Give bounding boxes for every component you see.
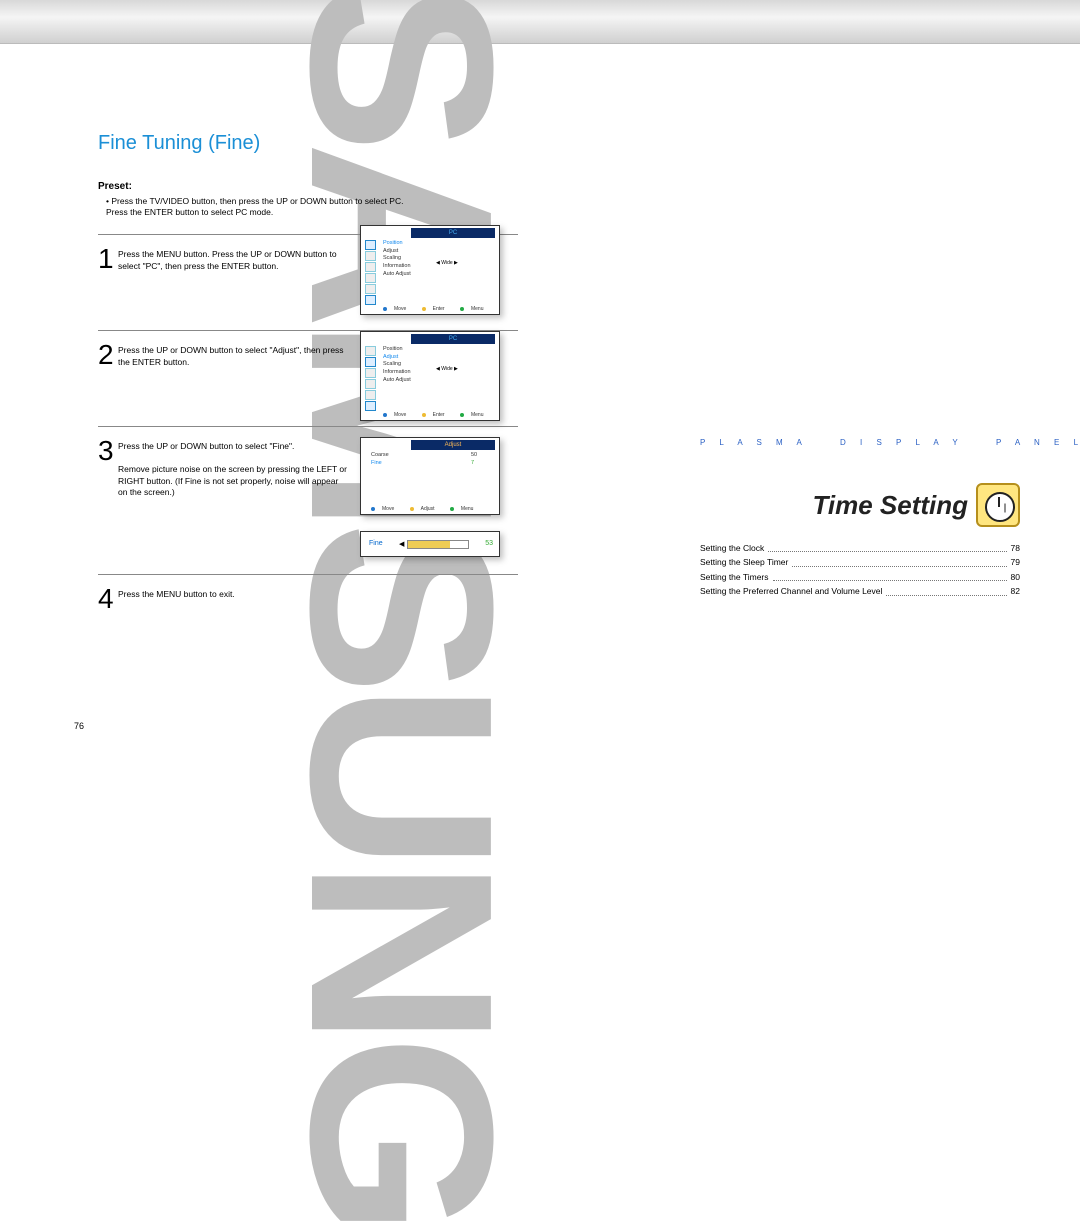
osd-wide-label: ◀ Wide ▶ (436, 366, 458, 372)
toc-item: Setting the Preferred Channel and Volume… (700, 584, 1020, 598)
step-number: 4 (98, 585, 118, 613)
osd-menu-list: Position Adjust Scaling Information Auto… (383, 240, 411, 278)
osd-title: PC (411, 228, 495, 238)
osd-screenshots-column: PC Position Adjust Scaling Information A… (360, 225, 520, 557)
right-page-content: P L A S M A D I S P L A Y P A N E L Time… (700, 438, 1020, 599)
step-text: Press the UP or DOWN button to select "F… (118, 437, 348, 566)
osd-screen-1: PC Position Adjust Scaling Information A… (360, 225, 500, 315)
toc-item: Setting the Clock78 (700, 541, 1020, 555)
step-text: Press the MENU button to exit. (118, 585, 348, 613)
page-number-left: 76 (74, 721, 84, 731)
osd-title: Adjust (411, 440, 495, 450)
osd-menu-list: Position Adjust Scaling Information Auto… (383, 346, 411, 384)
progress-bar (407, 540, 469, 549)
toc-list: Setting the Clock78 Setting the Sleep Ti… (700, 541, 1020, 599)
step-number: 2 (98, 341, 118, 418)
step-4: 4 Press the MENU button to exit. (98, 574, 518, 621)
chapter-heading-row: Time Setting (700, 483, 1020, 527)
osd-wide-label: ◀ Wide ▶ (436, 260, 458, 266)
osd-side-icons (365, 346, 376, 412)
chapter-title: Time Setting (812, 490, 968, 521)
clock-icon (976, 483, 1020, 527)
fine-label: Fine (369, 540, 383, 547)
osd-menu-list: Coarse50 Fine7 (371, 452, 389, 467)
pdp-subtitle: P L A S M A D I S P L A Y P A N E L (700, 438, 1020, 447)
toc-item: Setting the Sleep Timer79 (700, 555, 1020, 569)
step-number: 3 (98, 437, 118, 566)
osd-footer: Move Enter Menu (383, 306, 497, 312)
osd-fine-bar: Fine ◀ 53 (360, 531, 500, 557)
step-text: Press the UP or DOWN button to select "A… (118, 341, 348, 418)
osd-screen-2: PC Position Adjust Scaling Information A… (360, 331, 500, 421)
osd-footer: Move Adjust Menu (371, 506, 487, 512)
osd-screen-3: Adjust Coarse50 Fine7 Move Adjust Menu (360, 437, 500, 515)
fine-value: 53 (485, 540, 493, 547)
osd-title: PC (411, 334, 495, 344)
left-arrow-icon: ◀ (399, 540, 404, 548)
preset-label: Preset: (98, 181, 518, 192)
osd-footer: Move Enter Menu (383, 412, 497, 418)
page-title: Fine Tuning (Fine) (98, 132, 518, 155)
step-number: 1 (98, 245, 118, 322)
step-text: Press the MENU button. Press the UP or D… (118, 245, 348, 322)
preset-body: • Press the TV/VIDEO button, then press … (98, 196, 518, 218)
toc-item: Setting the Timers80 (700, 570, 1020, 584)
osd-side-icons (365, 240, 376, 306)
